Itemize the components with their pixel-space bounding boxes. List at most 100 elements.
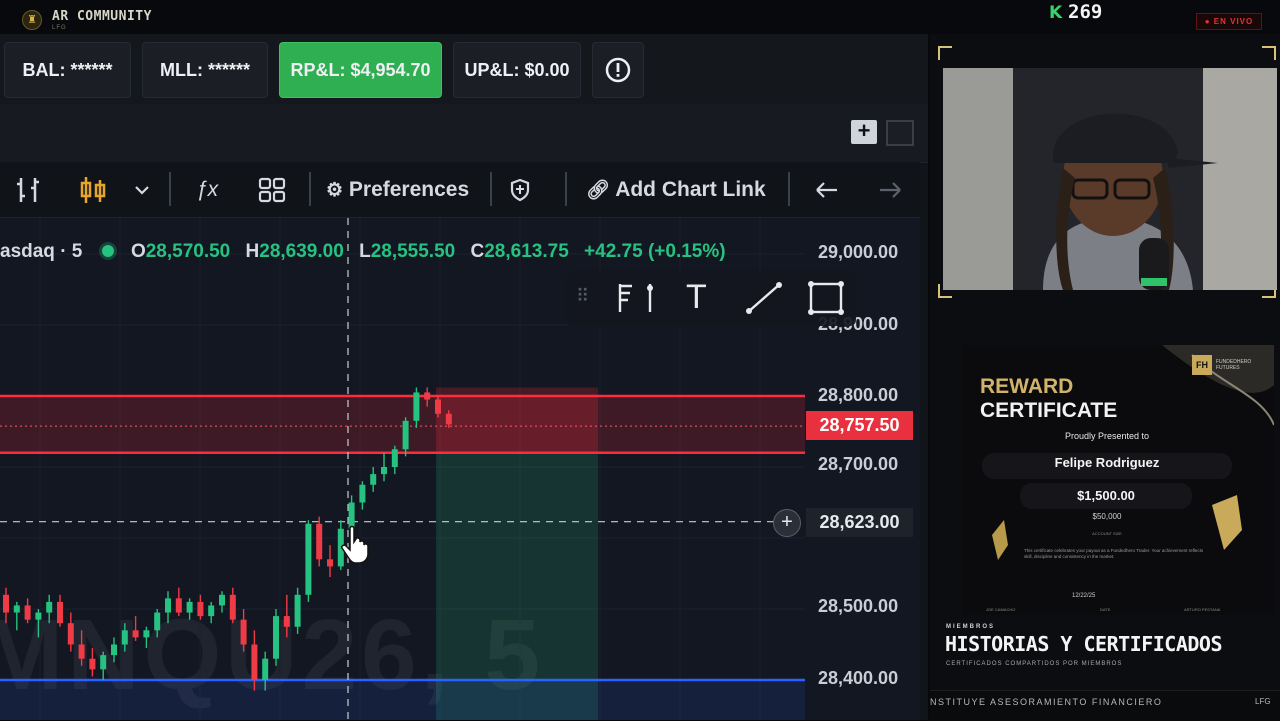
fundedhero-logo-icon: FH	[1192, 355, 1212, 375]
candle-body	[219, 594, 225, 606]
indicators-fx-icon[interactable]: ƒx	[196, 174, 222, 206]
maximize-panel-icon[interactable]	[886, 120, 914, 146]
candle-body	[327, 559, 333, 567]
high-label: H	[245, 241, 260, 262]
certificate-body-text: This certificate celebrates your payout …	[1024, 548, 1204, 559]
candle-body	[402, 420, 409, 450]
candle-body	[111, 644, 117, 656]
candle-body	[283, 616, 290, 627]
candle-body	[229, 594, 236, 620]
low-label: L	[359, 241, 371, 262]
add-panel-icon[interactable]: +	[851, 120, 877, 144]
webcam-feed	[943, 68, 1277, 290]
high-value: 28,639.00	[259, 241, 344, 262]
candle-body	[143, 630, 150, 638]
price-tick: 29,000.00	[818, 242, 899, 262]
candle-body	[370, 474, 377, 485]
chart-type-dropdown[interactable]	[133, 174, 151, 206]
cert-title-certificate: CERTIFICATE	[980, 399, 1118, 422]
layouts-button[interactable]	[257, 174, 287, 206]
add-order-plus-icon[interactable]: +	[773, 509, 801, 537]
candle-body	[359, 484, 366, 503]
candle-body	[208, 605, 215, 617]
supply-zone	[0, 396, 805, 453]
candle-body	[121, 630, 128, 645]
undo-button[interactable]	[813, 174, 841, 206]
text-tool-icon[interactable]: T	[686, 278, 707, 317]
candle-body	[435, 399, 441, 414]
candle-body	[197, 601, 204, 617]
brand-label: FUNDEDHERO FUTURES	[1216, 359, 1252, 371]
crosshair-price-label: 28,623.00	[806, 508, 913, 537]
drag-handle-icon[interactable]: ⠿	[576, 286, 589, 307]
candle-body	[24, 605, 31, 620]
candle-body	[46, 601, 53, 613]
alert-icon	[605, 57, 631, 83]
frame-corner	[1262, 46, 1276, 60]
preferences-button[interactable]: ⚙ Preferences	[326, 174, 481, 206]
add-chart-link-label: Add Chart Link	[615, 178, 766, 201]
bar-style-icon[interactable]	[15, 174, 45, 206]
segment-subtitle: CERTIFICADOS COMPARTIDOS POR MIEMBROS	[946, 661, 1123, 667]
ohlc-bars-icon	[17, 178, 39, 202]
candle-body	[186, 601, 193, 613]
recipient-name: Felipe Rodriguez	[1054, 455, 1160, 470]
candle-body	[413, 392, 420, 421]
rectangle-tool-icon[interactable]	[806, 278, 846, 318]
hand-cursor-icon	[341, 525, 369, 564]
fib-flag-icon[interactable]	[612, 280, 658, 316]
preferences-label: Preferences	[348, 178, 470, 201]
candle-body	[316, 523, 323, 560]
frame-corner	[938, 46, 952, 60]
candle-body	[445, 413, 452, 425]
redo-button[interactable]	[876, 174, 904, 206]
price-tick: 28,800.00	[818, 385, 899, 405]
candlestick-type-button[interactable]	[79, 174, 107, 206]
account-size-label: ACCOUNT SIZE	[1092, 531, 1122, 536]
max-loss-limit-pill[interactable]: MLL: ******	[142, 42, 268, 98]
grid-layout-icon	[258, 177, 286, 203]
panel-tool-strip	[0, 104, 928, 163]
undo-arrow-icon	[816, 182, 837, 198]
candle-body	[240, 619, 247, 645]
link-icon: 🔗︎	[586, 180, 611, 201]
toolbar-divider	[565, 172, 567, 206]
candle-body	[78, 644, 85, 659]
signer-2: ARTURO PESTANA	[1184, 607, 1221, 612]
add-chart-link-button[interactable]: 🔗︎ Add Chart Link	[586, 174, 776, 206]
symbol-label: asdaq · 5	[0, 241, 83, 262]
candle-body	[100, 655, 107, 670]
community-title: AR COMMUNITY	[52, 9, 152, 24]
close-label: C	[470, 241, 485, 262]
candle-body	[89, 658, 96, 670]
trend-line-icon[interactable]	[744, 280, 784, 316]
toolbar-divider	[490, 172, 492, 206]
signer-1: JOE CAMACHO	[986, 607, 1016, 612]
segment-title: HISTORIAS Y CERTIFICADOS	[945, 632, 1222, 656]
candle-body	[154, 612, 161, 631]
reward-certificate: FH FUNDEDHERO FUTURES REWARD CERTIFICATE…	[962, 345, 1274, 615]
alert-button[interactable]	[592, 42, 644, 98]
candle-body	[175, 598, 182, 613]
candle-body	[132, 630, 139, 638]
candle-body	[273, 616, 279, 659]
low-value: 28,555.50	[370, 241, 456, 262]
price-tick: 28,700.00	[818, 454, 899, 474]
toolbar-divider	[169, 172, 171, 206]
open-value: 28,570.50	[145, 241, 231, 262]
segment-kicker: MIEMBROS	[946, 624, 995, 630]
candle-body	[391, 449, 398, 467]
payout-amount: $1,500.00	[1077, 488, 1135, 503]
risk-shield-button[interactable]	[508, 174, 532, 206]
unrealized-pnl-pill[interactable]: UP&L: $0.00	[453, 42, 581, 98]
realized-pnl-pill[interactable]: RP&L: $4,954.70	[279, 42, 442, 98]
certificate-date: 12/22/25	[1072, 593, 1096, 599]
community-logo-icon: ♜	[22, 10, 42, 30]
balance-pill[interactable]: BAL: ******	[4, 42, 131, 98]
price-tick: 28,400.00	[818, 668, 899, 688]
viewer-count: 269	[1068, 1, 1103, 23]
open-label: O	[130, 241, 146, 262]
close-value: 28,613.75	[484, 241, 569, 262]
market-open-dot-icon	[101, 245, 114, 257]
viewer-count-icon: K	[1049, 3, 1063, 23]
